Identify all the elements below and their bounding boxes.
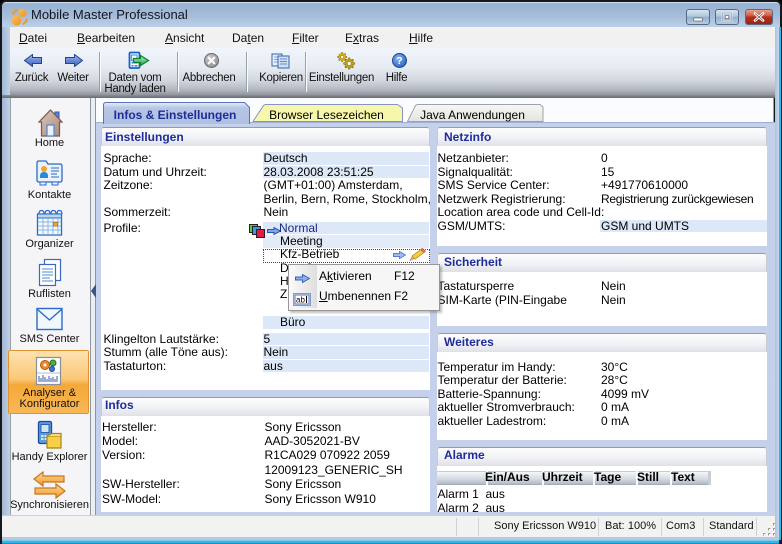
svg-text:ab: ab <box>296 296 305 305</box>
svg-text:?: ? <box>396 55 402 67</box>
